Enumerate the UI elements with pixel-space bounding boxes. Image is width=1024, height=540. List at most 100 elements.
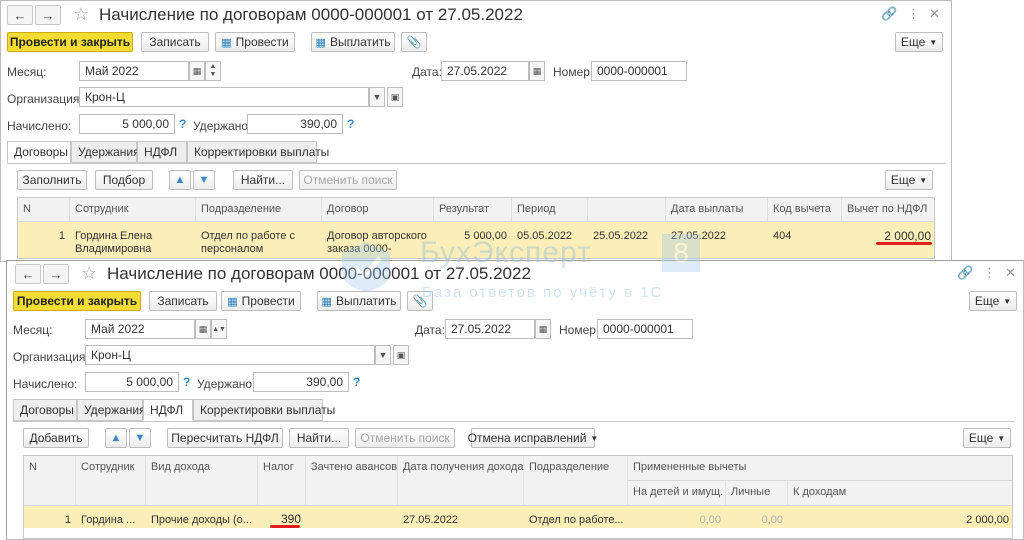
chevron-down-icon: ▼ (929, 37, 938, 47)
dropdown-icon[interactable]: ▼ (375, 345, 391, 365)
month-field[interactable]: Май 2022 (85, 319, 195, 339)
calendar-icon[interactable]: ▦ (529, 61, 545, 81)
more-menu-button[interactable]: Еще ▼ (969, 291, 1017, 311)
date-field[interactable]: 27.05.2022 (445, 319, 535, 339)
dropdown-icon[interactable]: ▼ (369, 87, 385, 107)
back-button[interactable]: ← (7, 5, 33, 25)
pick-button[interactable]: Подбор (95, 170, 153, 190)
help-icon[interactable]: ? (353, 375, 360, 389)
column-header[interactable]: К доходам (788, 481, 1012, 506)
tab-payment-adjustments[interactable]: Корректировки выплаты (193, 399, 335, 421)
forward-button[interactable]: → (35, 5, 61, 25)
calendar-icon[interactable]: ▦ (189, 61, 205, 81)
date-field[interactable]: 27.05.2022 (441, 61, 529, 81)
close-icon[interactable]: ✕ (1005, 265, 1016, 281)
document-window-contracts: ← → ☆ Начисление по договорам 0000-00000… (0, 0, 952, 262)
favorite-star-icon[interactable]: ☆ (81, 263, 97, 283)
row-department: Отдел по работе... (529, 514, 624, 526)
column-header[interactable]: Зачтено авансов (306, 456, 398, 506)
month-stepper[interactable]: ▲▼ (211, 319, 227, 339)
cancel-search-button[interactable]: Отменить поиск (299, 170, 397, 190)
row-deduction-code: 404 (773, 230, 792, 242)
tab-contracts[interactable]: Договоры (7, 141, 71, 163)
row-personal-deduction: 0,00 (761, 514, 783, 526)
open-icon[interactable]: ▣ (393, 345, 409, 365)
row-children-deduction: 0,00 (699, 514, 721, 526)
calendar-icon[interactable]: ▦ (535, 319, 551, 339)
recalculate-ndfl-button[interactable]: Пересчитать НДФЛ (167, 428, 283, 448)
column-header[interactable]: Сотрудник (76, 456, 146, 506)
organization-field[interactable]: Крон-Ц (79, 87, 369, 107)
open-icon[interactable]: ▣ (387, 87, 403, 107)
tab-ndfl[interactable]: НДФЛ (137, 141, 187, 163)
column-header[interactable]: Вид дохода (146, 456, 258, 506)
tab-contracts[interactable]: Договоры (13, 399, 77, 421)
column-header[interactable]: N (24, 456, 76, 506)
column-header[interactable]: Результат (434, 198, 512, 222)
link-icon[interactable]: 🔗 (957, 265, 973, 281)
column-header[interactable]: Код вычета (768, 198, 842, 222)
column-header[interactable]: Период (512, 198, 588, 222)
favorite-star-icon[interactable]: ☆ (73, 4, 89, 24)
column-header[interactable]: Вычет по НДФЛ (842, 198, 934, 222)
arrow-down-icon: ▼ (134, 432, 146, 444)
post-button[interactable]: ▦ Провести (221, 291, 301, 311)
calendar-icon[interactable]: ▦ (195, 319, 211, 339)
month-stepper[interactable]: ▲▼ (205, 61, 221, 81)
column-header[interactable]: Подразделение (196, 198, 322, 222)
post-and-close-button[interactable]: Провести и закрыть (13, 291, 141, 311)
tab-payment-adjustments[interactable]: Корректировки выплаты (187, 141, 329, 163)
column-header[interactable]: Дата получения дохода (398, 456, 524, 506)
tab-withholdings[interactable]: Удержания (71, 141, 140, 163)
link-icon[interactable]: 🔗 (881, 6, 897, 22)
highlight-underline (270, 525, 300, 528)
post-and-close-button[interactable]: Провести и закрыть (7, 32, 133, 52)
column-header[interactable]: N (18, 198, 70, 222)
move-up-button[interactable]: ▲ (169, 170, 191, 190)
help-icon[interactable]: ? (347, 117, 354, 131)
tab-withholdings[interactable]: Удержания (77, 399, 146, 421)
find-button[interactable]: Найти... (233, 170, 293, 190)
move-down-button[interactable]: ▼ (129, 428, 151, 448)
number-field[interactable]: 0000-000001 (597, 319, 693, 339)
forward-button[interactable]: → (43, 264, 69, 284)
add-button[interactable]: Добавить (23, 428, 89, 448)
number-field[interactable]: 0000-000001 (591, 61, 687, 81)
cancel-search-button[interactable]: Отменить поиск (355, 428, 455, 448)
close-icon[interactable]: ✕ (929, 6, 940, 22)
withheld-label: Удержано: (197, 377, 256, 391)
column-header[interactable]: Дата выплаты (666, 198, 768, 222)
column-header[interactable]: Налог (258, 456, 306, 506)
column-header[interactable]: Договор (322, 198, 434, 222)
menu-dots-icon[interactable]: ⋮ (983, 265, 996, 281)
back-button[interactable]: ← (15, 264, 41, 284)
more-menu-button[interactable]: Еще ▼ (895, 32, 943, 52)
column-header[interactable]: Личные (726, 481, 788, 506)
menu-dots-icon[interactable]: ⋮ (907, 6, 920, 22)
month-field[interactable]: Май 2022 (79, 61, 189, 81)
column-header[interactable]: Подразделение (524, 456, 628, 506)
arrow-left-icon: ← (13, 7, 27, 23)
write-button[interactable]: Записать (149, 291, 217, 311)
attach-button[interactable]: 📎 (401, 32, 427, 52)
fill-button[interactable]: Заполнить (17, 170, 87, 190)
attach-button[interactable]: 📎 (407, 291, 433, 311)
find-button[interactable]: Найти... (289, 428, 349, 448)
tab-ndfl[interactable]: НДФЛ (143, 399, 193, 421)
table-more-button[interactable]: Еще ▼ (885, 170, 933, 190)
column-header[interactable]: На детей и имущ. (628, 481, 726, 506)
write-button[interactable]: Записать (141, 32, 209, 52)
pay-button[interactable]: ▦ Выплатить (317, 291, 401, 311)
organization-field[interactable]: Крон-Ц (85, 345, 375, 365)
column-header[interactable]: Сотрудник (70, 198, 196, 222)
move-down-button[interactable]: ▼ (193, 170, 215, 190)
column-header[interactable] (588, 198, 666, 222)
help-icon[interactable]: ? (183, 375, 190, 389)
pay-button[interactable]: ▦ Выплатить (311, 32, 395, 52)
table-more-button[interactable]: Еще ▼ (963, 428, 1011, 448)
cancel-corrections-button[interactable]: Отмена исправлений ▼ (468, 428, 598, 448)
help-icon[interactable]: ? (179, 117, 186, 131)
column-header-group[interactable]: Примененные вычеты (628, 456, 1012, 481)
post-button[interactable]: ▦ Провести (215, 32, 295, 52)
move-up-button[interactable]: ▲ (105, 428, 127, 448)
